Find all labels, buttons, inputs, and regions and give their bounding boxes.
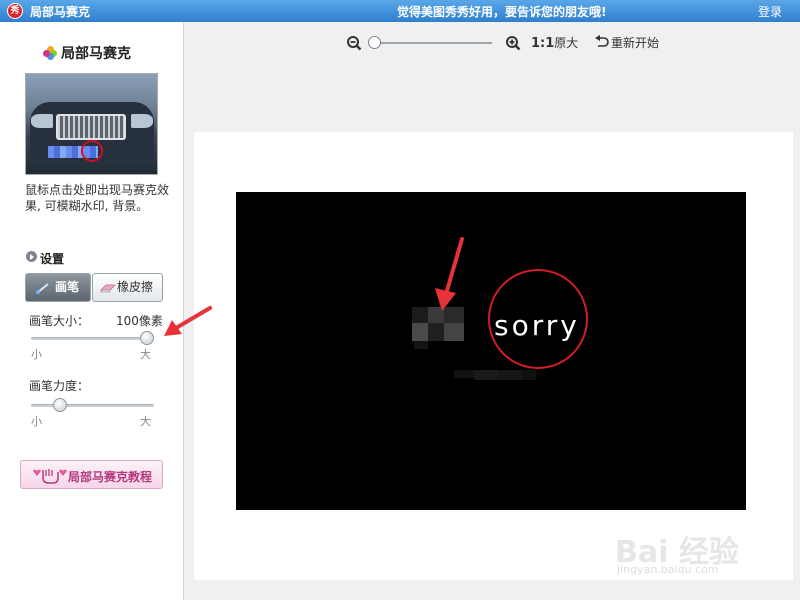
panel-title: 局部马赛克	[61, 46, 131, 62]
brush-force-slider-thumb[interactable]	[53, 398, 67, 412]
tutorial-button[interactable]: 局部马赛克教程	[20, 460, 163, 489]
zoom-slider-thumb[interactable]	[368, 36, 381, 49]
flower-icon	[43, 46, 57, 60]
baidu-watermark: Bai 经验 jingyan.baidu.com	[612, 515, 762, 585]
actual-size-ratio: 1:1	[531, 36, 555, 51]
chevron-right-icon	[26, 251, 37, 262]
brush-icon	[36, 283, 49, 294]
toolbar: 1:1原大 重新开始	[185, 22, 800, 62]
tab-brush[interactable]: 画笔	[25, 273, 91, 302]
zoom-slider[interactable]	[368, 36, 494, 50]
undo-icon	[595, 35, 609, 47]
hand-heart-icon	[33, 469, 67, 484]
left-panel: 局部马赛克 鼠标点击处即出现马赛克效果, 可模糊水印, 背景。 设置 画笔 橡皮…	[0, 22, 184, 600]
edited-photo[interactable]: sorry	[236, 192, 746, 510]
actual-size-button[interactable]: 1:1原大	[531, 34, 578, 51]
brush-force-max-label: 大	[140, 415, 151, 428]
tab-brush-label: 画笔	[55, 280, 80, 294]
sorry-logo-text: sorry	[494, 309, 580, 342]
example-preview-image	[25, 73, 158, 175]
app-logo-icon: 秀	[7, 3, 23, 19]
feedback-link[interactable]: 觉得美图秀秀好用，要告诉您的朋友哦!	[397, 3, 606, 20]
tool-tabs: 画笔 橡皮擦	[25, 273, 163, 302]
brush-size-label: 画笔大小：	[29, 314, 90, 328]
zoom-out-icon[interactable]	[346, 35, 362, 51]
panel-description: 鼠标点击处即出现马赛克效果, 可模糊水印, 背景。	[25, 183, 170, 213]
actual-size-label: 原大	[554, 36, 579, 50]
settings-label: 设置	[40, 252, 65, 266]
title-bar: 秀 局部马赛克 觉得美图秀秀好用，要告诉您的朋友哦! 登录	[0, 0, 800, 22]
brush-size-min-label: 小	[31, 348, 42, 361]
zoom-in-icon[interactable]	[505, 35, 521, 51]
brush-size-value: 100像素	[116, 314, 163, 328]
tab-eraser-label: 橡皮擦	[117, 280, 154, 294]
annotation-arrow-slider	[164, 306, 212, 336]
eraser-icon	[100, 284, 116, 293]
brush-size-slider[interactable]	[31, 331, 154, 345]
brush-size-max-label: 大	[140, 348, 151, 361]
login-link[interactable]: 登录	[758, 3, 782, 20]
brush-force-slider[interactable]	[31, 398, 154, 412]
brush-force-min-label: 小	[31, 415, 42, 428]
app-title: 局部马赛克	[30, 5, 91, 19]
brush-size-slider-thumb[interactable]	[140, 331, 154, 345]
restart-label: 重新开始	[611, 36, 660, 50]
tutorial-button-label: 局部马赛克教程	[68, 470, 153, 484]
brush-force-label: 画笔力度：	[29, 379, 90, 393]
tab-eraser[interactable]: 橡皮擦	[92, 273, 163, 302]
annotation-arrow-canvas	[435, 237, 464, 311]
watermark-url: jingyan.baidu.com	[617, 563, 719, 576]
